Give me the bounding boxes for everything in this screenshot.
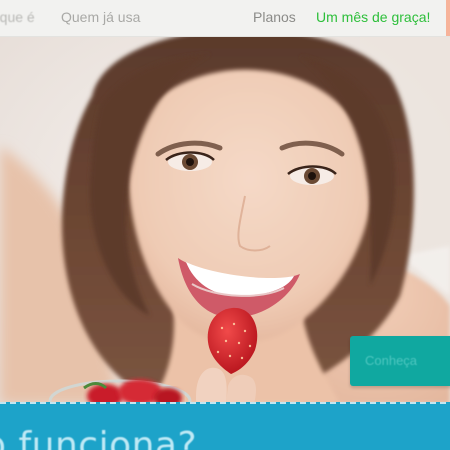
how-it-works-section: o funciona? bbox=[0, 402, 450, 450]
section-title: o funciona? bbox=[0, 425, 198, 450]
nav-link-who-uses[interactable]: Quem já usa bbox=[61, 9, 140, 25]
top-navigation-bar: o que é Quem já usa Planos Um mês de gra… bbox=[0, 0, 450, 37]
nav-link-about[interactable]: o que é bbox=[0, 9, 35, 25]
learn-more-button[interactable]: Conheça bbox=[350, 336, 450, 386]
landing-page: o que é Quem já usa Planos Um mês de gra… bbox=[0, 0, 450, 450]
hero-banner: Conheça bbox=[0, 36, 450, 404]
nav-edge-accent bbox=[446, 0, 450, 36]
nav-link-free-month[interactable]: Um mês de graça! bbox=[316, 9, 430, 25]
dashed-divider bbox=[0, 402, 450, 404]
nav-link-plans[interactable]: Planos bbox=[253, 9, 296, 25]
learn-more-button-label: Conheça bbox=[365, 353, 418, 368]
